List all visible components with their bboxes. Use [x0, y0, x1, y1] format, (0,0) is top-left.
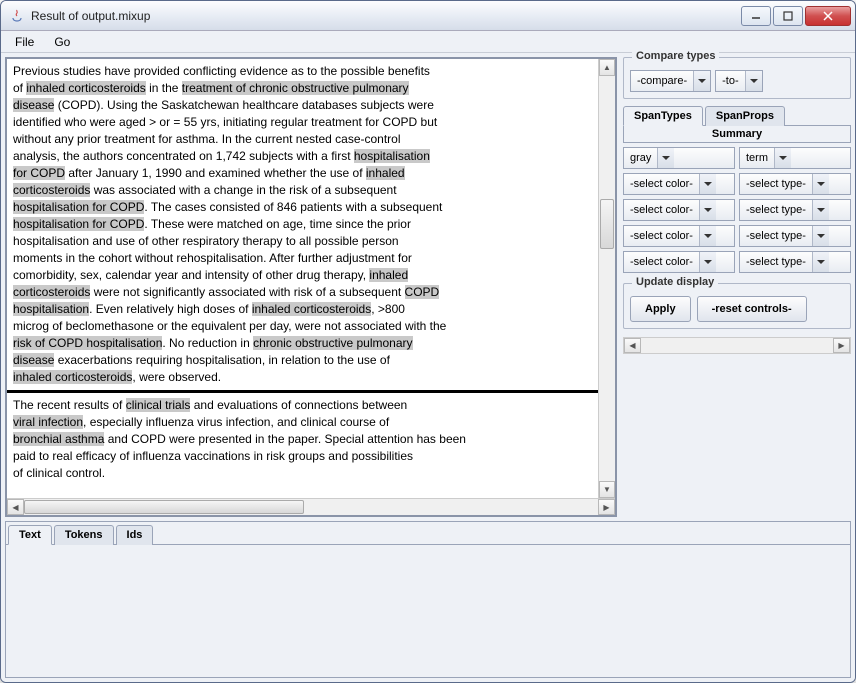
term-span: inhaled corticosteroids	[13, 370, 132, 384]
document-text[interactable]: Previous studies have provided conflicti…	[7, 59, 598, 498]
chevron-down-icon	[657, 148, 674, 168]
menubar: File Go	[1, 31, 855, 53]
maximize-button[interactable]	[773, 6, 803, 26]
chevron-down-icon	[774, 148, 791, 168]
chevron-down-icon	[699, 174, 716, 194]
term-span: clinical trials	[126, 398, 191, 412]
term-span: inhaled corticosteroids	[26, 81, 145, 95]
type-combo-1[interactable]: term	[739, 147, 851, 169]
term-span: COPD	[405, 285, 440, 299]
compare-types-group: Compare types -compare- -to-	[623, 57, 851, 99]
term-span: for COPD	[13, 166, 65, 180]
tab-tokens[interactable]: Tokens	[54, 525, 114, 545]
color-combo-5[interactable]: -select color-	[623, 251, 735, 273]
term-span: disease	[13, 353, 54, 367]
minimize-button[interactable]	[741, 6, 771, 26]
main-window: Result of output.mixup File Go Previous …	[0, 0, 856, 683]
java-icon	[9, 8, 25, 24]
term-span: hospitalisation for COPD	[13, 200, 144, 214]
scroll-thumb[interactable]	[600, 199, 614, 249]
compare-legend: Compare types	[632, 50, 719, 62]
term-span: viral infection	[13, 415, 83, 429]
scroll-up-arrow[interactable]: ▲	[599, 59, 615, 76]
color-combo-4[interactable]: -select color-	[623, 225, 735, 247]
titlebar: Result of output.mixup	[1, 1, 855, 31]
color-combo-3[interactable]: -select color-	[623, 199, 735, 221]
scroll-thumb[interactable]	[24, 500, 304, 514]
tab-spantypes[interactable]: SpanTypes	[623, 106, 703, 126]
chevron-down-icon	[812, 200, 829, 220]
term-span: risk of COPD hospitalisation	[13, 336, 162, 350]
term-span: inhaled	[369, 268, 408, 282]
tab-spanprops[interactable]: SpanProps	[705, 106, 785, 126]
side-horizontal-scrollbar[interactable]: ◀ ▶	[623, 337, 851, 354]
term-span: disease	[13, 98, 54, 112]
span-tabs-panel: SpanTypes SpanProps Summary gray term -s…	[623, 105, 851, 277]
term-span: hospitalisation for COPD	[13, 217, 144, 231]
chevron-down-icon	[699, 226, 716, 246]
tab-ids[interactable]: Ids	[116, 525, 154, 545]
term-span: chronic obstructive pulmonary	[253, 336, 412, 350]
tab-text[interactable]: Text	[8, 525, 52, 545]
chevron-down-icon	[812, 252, 829, 272]
type-combo-2[interactable]: -select type-	[739, 173, 851, 195]
menu-go[interactable]: Go	[44, 33, 80, 51]
summary-header: Summary	[623, 126, 851, 143]
compare-right-combo[interactable]: -to-	[715, 70, 763, 92]
chevron-down-icon	[699, 252, 716, 272]
chevron-down-icon	[812, 174, 829, 194]
close-button[interactable]	[805, 6, 851, 26]
type-combo-4[interactable]: -select type-	[739, 225, 851, 247]
vertical-scrollbar[interactable]: ▲ ▼	[598, 59, 615, 498]
lower-tab-content	[6, 545, 850, 677]
scroll-right-arrow[interactable]: ▶	[833, 338, 850, 353]
lower-tabs-panel: Text Tokens Ids	[5, 521, 851, 678]
apply-button[interactable]: Apply	[630, 296, 691, 322]
horizontal-scrollbar[interactable]: ◀ ▶	[7, 498, 615, 515]
color-combo-2[interactable]: -select color-	[623, 173, 735, 195]
type-combo-3[interactable]: -select type-	[739, 199, 851, 221]
scroll-down-arrow[interactable]: ▼	[599, 481, 615, 498]
scroll-left-arrow[interactable]: ◀	[7, 499, 24, 515]
color-combo-1[interactable]: gray	[623, 147, 735, 169]
update-legend: Update display	[632, 276, 718, 288]
compare-left-combo[interactable]: -compare-	[630, 70, 711, 92]
term-span: inhaled corticosteroids	[252, 302, 371, 316]
term-span: hospitalisation	[13, 302, 89, 316]
document-panel: Previous studies have provided conflicti…	[5, 57, 617, 517]
term-span: treatment of chronic obstructive pulmona…	[182, 81, 409, 95]
term-span: bronchial asthma	[13, 432, 104, 446]
side-panel: Compare types -compare- -to- SpanTypes S…	[623, 57, 851, 517]
chevron-down-icon	[699, 200, 716, 220]
scroll-left-arrow[interactable]: ◀	[624, 338, 641, 353]
window-title: Result of output.mixup	[31, 9, 739, 23]
update-display-group: Update display Apply -reset controls-	[623, 283, 851, 329]
scroll-right-arrow[interactable]: ▶	[598, 499, 615, 515]
chevron-down-icon	[812, 226, 829, 246]
menu-file[interactable]: File	[5, 33, 44, 51]
term-span: inhaled	[366, 166, 405, 180]
term-span: corticosteroids	[13, 183, 90, 197]
term-span: corticosteroids	[13, 285, 90, 299]
term-span: hospitalisation	[354, 149, 430, 163]
type-combo-5[interactable]: -select type-	[739, 251, 851, 273]
chevron-down-icon	[745, 71, 762, 91]
chevron-down-icon	[693, 71, 710, 91]
reset-button[interactable]: -reset controls-	[697, 296, 807, 322]
